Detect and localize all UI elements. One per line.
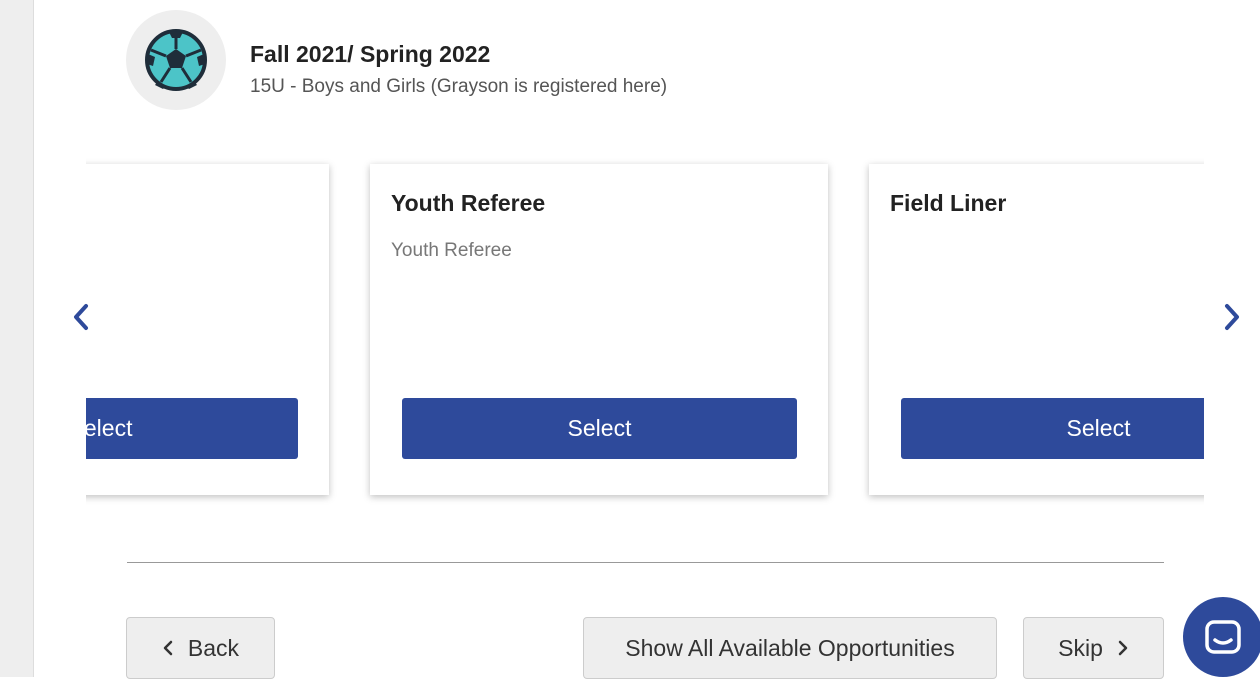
chevron-left-icon [74,304,88,330]
skip-button[interactable]: Skip [1023,617,1164,679]
show-all-opportunities-label: Show All Available Opportunities [625,634,955,661]
back-button[interactable]: Back [126,617,275,679]
select-button[interactable]: Select [402,398,797,459]
event-avatar [126,10,226,110]
opportunity-carousel: Select Youth Referee Youth Referee Selec… [86,150,1204,512]
card-title: Field Liner [890,190,1007,216]
opportunity-card: Youth Referee Youth Referee Select [370,164,828,495]
card-title: Youth Referee [391,190,546,216]
event-title: Fall 2021/ Spring 2022 [250,41,491,67]
skip-button-label: Skip [1058,634,1103,661]
select-button[interactable]: Select [901,398,1204,459]
show-all-opportunities-button[interactable]: Show All Available Opportunities [583,617,997,679]
left-sidebar-strip [0,0,34,677]
opportunity-card: Select [86,164,329,495]
event-subtitle: 15U - Boys and Girls (Grayson is registe… [250,76,668,97]
card-description: Youth Referee [391,240,512,261]
carousel-prev-button[interactable] [69,300,93,334]
select-button[interactable]: Select [86,398,298,459]
chat-launcher-button[interactable] [1183,597,1260,677]
chevron-right-icon [1118,640,1128,656]
opportunity-card: Field Liner Select [869,164,1204,495]
back-button-label: Back [187,634,240,661]
chevron-right-icon [1225,304,1239,330]
section-divider [127,562,1164,563]
chat-icon [1205,620,1241,654]
carousel-next-button[interactable] [1220,300,1244,334]
soccer-ball-icon [145,29,207,91]
chevron-left-icon [163,640,173,656]
